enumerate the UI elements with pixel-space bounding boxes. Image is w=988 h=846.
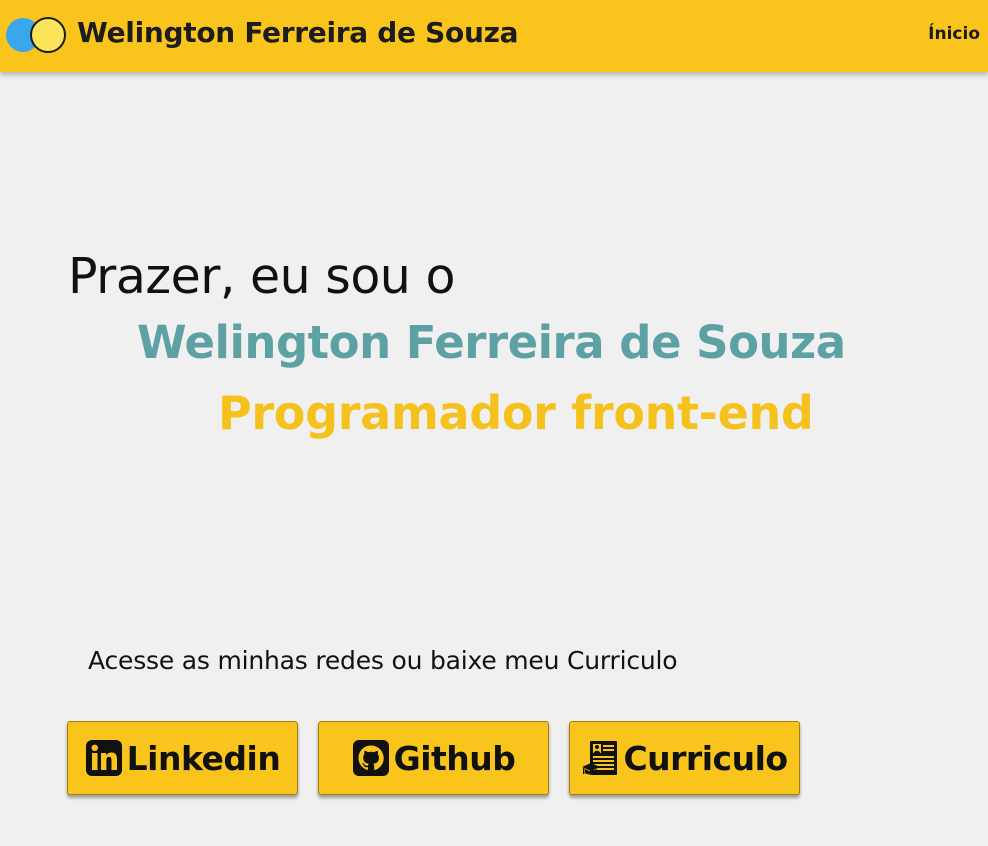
curriculo-button[interactable]: Curriculo: [569, 721, 800, 795]
top-navbar: Welington Ferreira de Souza Ínicio: [0, 0, 988, 72]
hero-role: Programador front-end: [218, 386, 814, 440]
hero-name: Welington Ferreira de Souza: [137, 316, 846, 369]
github-button-label: Github: [393, 738, 516, 778]
resume-icon: [582, 741, 618, 775]
curriculo-button-label: Curriculo: [623, 738, 788, 778]
github-icon: [352, 740, 389, 776]
nav-link-inicio[interactable]: Ínicio: [928, 24, 980, 44]
linkedin-button[interactable]: Linkedin: [67, 721, 298, 795]
linkedin-button-label: Linkedin: [126, 738, 281, 778]
brand-title[interactable]: Welington Ferreira de Souza: [77, 16, 519, 49]
github-button[interactable]: Github: [318, 721, 549, 795]
logo-icon[interactable]: [6, 17, 68, 53]
logo-yellow-circle: [30, 17, 66, 53]
linkedin-icon: [85, 740, 122, 776]
hero-greeting: Prazer, eu sou o: [68, 248, 455, 305]
links-cta-text: Acesse as minhas redes ou baixe meu Curr…: [88, 646, 678, 675]
